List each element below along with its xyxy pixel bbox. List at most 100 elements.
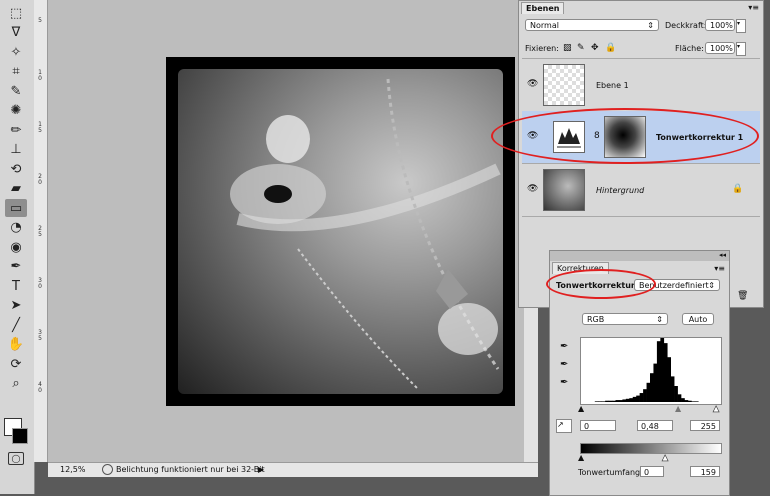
ruler-label: 3 0 [38, 277, 42, 290]
input-black-field[interactable]: 0 [580, 420, 616, 431]
histogram-bar [687, 400, 692, 402]
output-white-field[interactable]: 159 [690, 466, 720, 477]
layer-thumbnail [543, 64, 585, 106]
input-gamma-field[interactable]: 0,48 [637, 420, 673, 431]
input-black-slider[interactable]: ▲ [578, 404, 584, 413]
ruler-label: 1 0 [38, 69, 42, 82]
eyedropper-icon[interactable]: ✎ [5, 82, 27, 100]
type-icon[interactable]: T [5, 277, 27, 295]
zoom-level[interactable]: 12,5% [60, 465, 85, 474]
blur-icon[interactable]: ◔ [5, 219, 27, 237]
trash-icon[interactable]: 🗑 [737, 291, 748, 301]
visibility-eye-icon[interactable]: 👁 [527, 79, 538, 89]
dodge-icon[interactable]: ◉ [5, 238, 27, 256]
zoom-icon[interactable]: ⌕ [5, 375, 27, 393]
histogram-bar [608, 400, 613, 402]
auto-button[interactable]: Auto [682, 313, 714, 325]
crop-icon[interactable]: ⌗ [5, 63, 27, 81]
quick-mask-icon[interactable]: ◯ [8, 452, 24, 465]
histogram-bar [625, 398, 630, 402]
histogram-bar [663, 343, 668, 402]
fill-input[interactable]: 100% [705, 42, 735, 54]
output-black-slider[interactable]: ▲ [578, 453, 584, 462]
lock-pixels-icon[interactable]: ✎ [577, 43, 585, 53]
ruler-label: 4 0 [38, 381, 42, 394]
histogram-bar [653, 363, 658, 402]
vertical-ruler: 5 1 0 1 5 2 0 2 5 3 0 3 5 4 0 [34, 0, 48, 462]
output-black-field[interactable]: 0 [640, 466, 664, 477]
rotate-icon[interactable]: ⟳ [5, 355, 27, 373]
lasso-icon[interactable]: ᐁ [5, 24, 27, 42]
layer-row[interactable]: 👁 Hintergrund 🔒 [522, 164, 760, 217]
highlight-oval [546, 269, 656, 299]
lock-transparency-icon[interactable]: ▨ [563, 43, 572, 53]
histogram-bar [684, 400, 689, 402]
visibility-eye-icon[interactable]: 👁 [527, 184, 538, 194]
pen-icon[interactable]: ✒ [5, 258, 27, 276]
histogram-bar [670, 376, 675, 402]
layer-name: Ebene 1 [596, 81, 629, 90]
histogram [580, 337, 722, 405]
opacity-label: Deckkraft: [665, 21, 707, 30]
status-arrow-icon[interactable]: ▶ [258, 465, 264, 474]
tab-layers[interactable]: Ebenen [521, 2, 565, 14]
hand-icon[interactable]: ✋ [5, 336, 27, 354]
histogram-bar [615, 400, 620, 402]
eraser-icon[interactable]: ▰ [5, 180, 27, 198]
gray-eyedropper-icon[interactable]: ✒ [560, 359, 568, 370]
vertical-scrollbar[interactable] [524, 300, 538, 462]
histogram-bar [618, 400, 623, 402]
chandelier-photo [178, 69, 503, 394]
channel-select[interactable]: RGB ⇕ [582, 313, 668, 325]
black-eyedropper-icon[interactable]: ✒ [560, 341, 568, 352]
layer-row[interactable]: 👁 Ebene 1 [522, 58, 760, 112]
layer-thumbnail [543, 169, 585, 211]
layer-name: Hintergrund [596, 186, 645, 195]
output-range-label: Tonwertumfang: [578, 468, 643, 477]
histogram-bar [605, 400, 609, 402]
histogram-bar [694, 401, 699, 402]
stamp-icon[interactable]: ⊥ [5, 141, 27, 159]
histogram-bar [677, 394, 682, 402]
history-brush-icon[interactable]: ⟲ [5, 160, 27, 178]
panel-titlebar[interactable]: ◂◂ [550, 251, 729, 261]
clip-warning-icon[interactable]: ↗ [556, 419, 572, 433]
ruler-label: 2 5 [38, 225, 42, 238]
histogram-bar [612, 400, 616, 402]
healing-icon[interactable]: ✺ [5, 102, 27, 120]
gradient-icon[interactable]: ▭ [5, 199, 27, 217]
histogram-bar [639, 393, 644, 402]
input-gamma-slider[interactable]: ▲ [675, 404, 681, 413]
brush-icon[interactable]: ✏ [5, 121, 27, 139]
histogram-bar [594, 401, 599, 402]
histogram-bar [643, 389, 647, 402]
marquee-icon[interactable]: ⬚ [5, 4, 27, 22]
path-select-icon[interactable]: ➤ [5, 297, 27, 315]
opacity-input[interactable]: 100% [705, 19, 735, 31]
canvas-area[interactable] [48, 0, 538, 462]
document-image[interactable] [166, 57, 515, 406]
lock-position-icon[interactable]: ✥ [591, 43, 599, 53]
lock-all-icon[interactable]: 🔒 [605, 43, 616, 53]
histogram-bar [622, 399, 627, 402]
line-icon[interactable]: ╱ [5, 316, 27, 334]
panel-menu-icon[interactable]: ▾≡ [748, 3, 759, 12]
histogram-bar [646, 382, 651, 402]
collapse-icon[interactable]: ◂◂ [719, 251, 726, 259]
output-white-slider[interactable]: ▲ [662, 453, 669, 463]
magic-wand-icon[interactable]: ✧ [5, 43, 27, 61]
background-color-swatch[interactable] [12, 428, 28, 444]
histogram-bar [601, 401, 606, 402]
blend-mode-select[interactable]: Normal ⇕ [525, 19, 659, 31]
status-info-icon[interactable] [102, 464, 113, 475]
opacity-dropdown-icon[interactable]: ▾ [736, 19, 746, 33]
histogram-bar [674, 386, 678, 402]
input-white-slider[interactable]: ▲ [713, 404, 720, 414]
histogram-bar [650, 373, 654, 402]
input-white-field[interactable]: 255 [690, 420, 720, 431]
histogram-bar [691, 401, 696, 402]
histogram-bar [598, 401, 602, 402]
panel-menu-icon[interactable]: ▾≡ [714, 264, 725, 273]
fill-dropdown-icon[interactable]: ▾ [736, 42, 746, 56]
white-eyedropper-icon[interactable]: ✒ [560, 377, 568, 388]
